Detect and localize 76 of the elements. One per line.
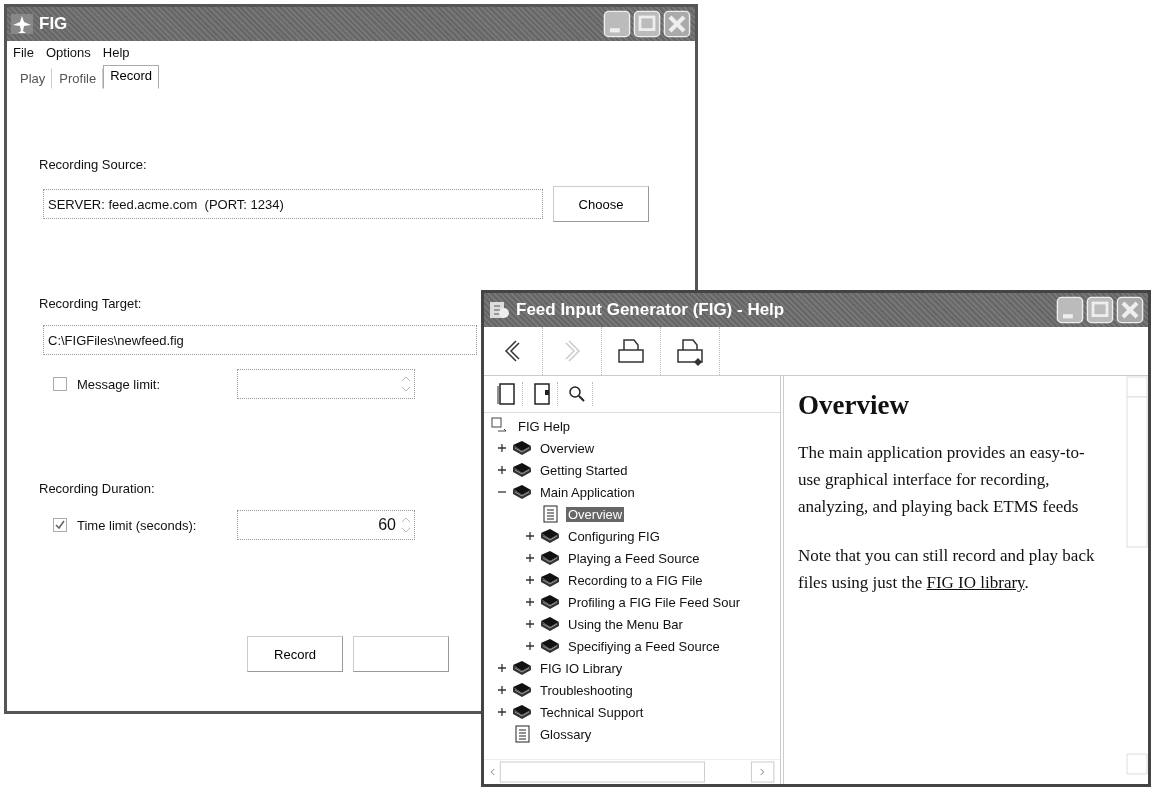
maximize-icon[interactable] [633, 10, 661, 38]
menu-item[interactable]: Help [102, 45, 130, 60]
tab[interactable]: Record [103, 65, 160, 89]
checkbox-label: Time limit (seconds): [77, 517, 198, 533]
book-icon [512, 439, 532, 457]
tree-item[interactable]: Using the Menu Bar [566, 616, 685, 632]
window-title: FIG [39, 14, 68, 34]
paragraph: Note that you can still record and play back files using just the FIG IO library. [798, 545, 1096, 594]
help-app-icon [488, 300, 510, 320]
section-label: Recording Duration: [39, 481, 155, 496]
minimize-icon[interactable] [603, 10, 631, 38]
expand-icon[interactable] [496, 706, 508, 718]
number-spinner[interactable]: 60 [237, 510, 415, 540]
tree-item[interactable]: FIG IO Library [538, 660, 625, 676]
blank-button[interactable] [353, 636, 449, 672]
menu-item[interactable]: File [13, 45, 34, 60]
book-icon [540, 593, 560, 611]
print-icon[interactable] [616, 336, 646, 366]
checkbox-label: Message limit: [77, 376, 162, 392]
book-icon [512, 703, 532, 721]
book-icon [540, 637, 560, 655]
page-icon [512, 725, 532, 743]
expand-icon[interactable] [496, 662, 508, 674]
tab[interactable]: Profile [52, 68, 104, 89]
tree-item[interactable]: Troubleshooting [538, 682, 635, 698]
tree-item[interactable]: Profiling a FIG File Feed Sour [566, 594, 742, 610]
book-icon [540, 527, 560, 545]
expand-icon[interactable] [496, 442, 508, 454]
tree-item[interactable]: Glossary [538, 726, 594, 742]
airplane-icon [11, 14, 33, 34]
maximize-icon[interactable] [1086, 296, 1114, 324]
tree-item[interactable]: Configuring FIG [566, 528, 662, 544]
close-icon[interactable] [663, 10, 691, 38]
tree-item[interactable]: Recording to a FIG File [566, 572, 705, 588]
tab[interactable]: Play [13, 68, 53, 89]
tree-item[interactable]: Playing a Feed Source [566, 550, 702, 566]
minimize-icon[interactable] [1056, 296, 1084, 324]
checkbox[interactable] [53, 518, 67, 532]
expand-icon[interactable] [524, 618, 536, 630]
expand-icon[interactable] [524, 596, 536, 608]
page-icon [540, 505, 560, 523]
tree-item[interactable]: Overview [538, 440, 597, 456]
book-icon [512, 659, 532, 677]
target-field[interactable]: C:\FIGFiles\newfeed.fig [43, 325, 477, 355]
close-icon[interactable] [1116, 296, 1144, 324]
record-button[interactable]: Record [247, 636, 343, 672]
book-icon [512, 483, 532, 501]
expand-icon[interactable] [524, 574, 536, 586]
menu-item[interactable]: Options [45, 45, 91, 60]
expand-icon[interactable] [496, 464, 508, 476]
book-icon [540, 571, 560, 589]
book-icon [540, 549, 560, 567]
topic-heading: Overview [798, 390, 910, 421]
section-label: Recording Source: [39, 157, 147, 172]
checkbox[interactable] [53, 377, 67, 391]
book-icon [512, 461, 532, 479]
tree-item[interactable]: Overview [566, 506, 625, 522]
choose-button[interactable]: Choose [553, 186, 649, 222]
section-label: Recording Target: [39, 296, 142, 311]
book-icon [540, 615, 560, 633]
library-link[interactable]: FIG IO library [926, 573, 1025, 592]
print-options-icon[interactable] [675, 336, 705, 366]
tree-item[interactable]: Technical Support [538, 704, 646, 720]
tree-item[interactable]: FIG Help [516, 418, 572, 434]
window-title: Feed Input Generator (FIG) - Help [516, 300, 785, 320]
expand-icon[interactable] [524, 640, 536, 652]
paragraph: The main application provides an easy-to-use graphical interface for recording, analyzing, and playing back ETMS feeds [798, 442, 1086, 518]
book-icon [512, 681, 532, 699]
tree-item[interactable]: Getting Started [538, 462, 630, 478]
expand-icon[interactable] [524, 552, 536, 564]
number-spinner[interactable] [237, 369, 415, 399]
tree-item[interactable]: Main Application [538, 484, 637, 500]
tree-item[interactable]: Specifiying a Feed Source [566, 638, 722, 654]
source-field[interactable]: SERVER: feed.acme.com (PORT: 1234) [43, 189, 543, 219]
expand-icon[interactable] [524, 530, 536, 542]
expand-icon[interactable] [496, 684, 508, 696]
